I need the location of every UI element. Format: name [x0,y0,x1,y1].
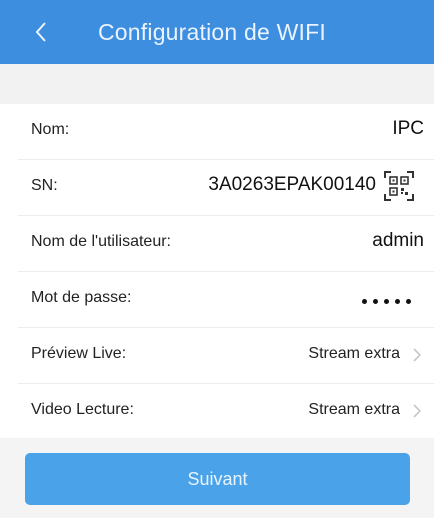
spacer [0,64,434,104]
chevron-right-icon [412,404,422,418]
video-playback-label: Video Lecture: [31,401,134,418]
name-label: Nom: [31,121,70,138]
sn-value: 3A0263EPAK00140 [208,174,376,195]
name-value: IPC [392,118,424,139]
settings-list: Nom: IPC SN: 3A0263EPAK00140 Nom de l'ut… [0,104,434,438]
password-label: Mot de passe: [31,289,132,306]
password-field[interactable] [362,299,411,304]
video-playback-value: Stream extra [308,401,400,418]
header-bar: Configuration de WIFI [0,0,434,64]
password-row: Mot de passe: [0,272,434,327]
page-title: Configuration de WIFI [98,19,326,45]
username-field[interactable]: admin [372,230,424,252]
qr-code-icon[interactable] [384,171,414,201]
chevron-right-icon [412,348,422,362]
video-playback-row[interactable]: Video Lecture: Stream extra [0,384,434,439]
preview-live-label: Préview Live: [31,345,127,362]
preview-live-row[interactable]: Préview Live: Stream extra [0,328,434,383]
username-label: Nom de l'utilisateur: [31,233,171,250]
chevron-left-icon[interactable] [30,20,52,44]
name-row: Nom: IPC [0,104,434,159]
sn-row: SN: 3A0263EPAK00140 [0,160,434,215]
next-button[interactable]: Suivant [25,453,410,505]
preview-live-value: Stream extra [308,345,400,362]
sn-label: SN: [31,177,58,194]
username-row: Nom de l'utilisateur: admin [0,216,434,271]
